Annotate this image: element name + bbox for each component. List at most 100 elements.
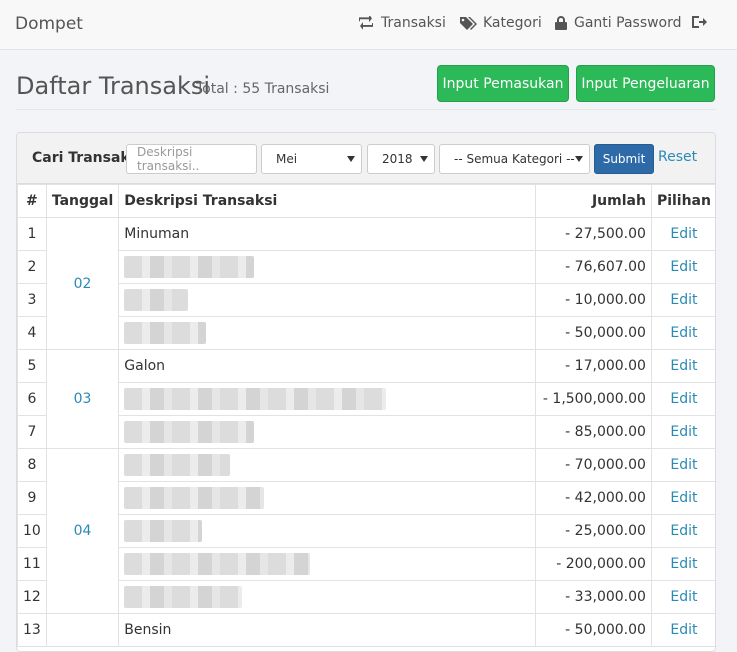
row-number: 13 [17,613,47,647]
year-select[interactable]: 2018 [367,144,435,174]
description-cell [118,382,536,416]
date-value[interactable]: 02 [74,276,92,292]
edit-link[interactable]: Edit [650,349,715,383]
amount-cell: - 17,000.00 [534,349,652,383]
description-cell [118,547,536,581]
date-cell[interactable]: 03 [45,349,120,449]
redacted-description [124,322,207,344]
filter-bar: Cari Transaksi Deskripsi transaksi.. Mei… [17,133,715,184]
table-row: 3 - 10,000.00 Edit [17,283,715,317]
row-number: 5 [17,349,47,383]
nav-item-label: Ganti Password [574,15,682,31]
transactions-table: # Tanggal Deskripsi Transaksi Jumlah Pil… [17,184,715,647]
month-select-value: Mei [276,152,298,166]
table-row: 11 - 200,000.00 Edit [17,547,715,581]
table-row: 4 - 50,000.00 Edit [17,316,715,350]
column-header-date: Tanggal [45,184,120,218]
redacted-description [124,421,255,443]
category-select[interactable]: -- Semua Kategori -- [439,144,590,174]
table-row: 7 - 85,000.00 Edit [17,415,715,449]
column-header-amount: Jumlah [534,184,652,218]
table-row: 2 - 76,607.00 Edit [17,250,715,284]
edit-link[interactable]: Edit [650,316,715,350]
amount-cell: - 50,000.00 [534,316,652,350]
edit-link[interactable]: Edit [650,448,715,482]
redacted-description [124,487,265,509]
date-value[interactable]: 03 [74,391,92,407]
row-number: 11 [17,547,47,581]
row-number: 6 [17,382,47,416]
nav-item-label: Transaksi [381,15,446,31]
row-number: 7 [17,415,47,449]
edit-link[interactable]: Edit [650,283,715,317]
amount-cell: - 50,000.00 [534,613,652,647]
edit-link[interactable]: Edit [650,415,715,449]
input-expense-button[interactable]: Input Pengeluaran [576,65,715,102]
amount-cell: - 42,000.00 [534,481,652,515]
submit-button[interactable]: Submit [594,144,654,174]
nav-item-label: Kategori [483,15,542,31]
reset-link[interactable]: Reset [658,149,697,165]
table-header-row: # Tanggal Deskripsi Transaksi Jumlah Pil… [17,184,715,218]
amount-cell: - 76,607.00 [534,250,652,284]
date-cell[interactable]: 02 [45,217,120,350]
amount-cell: - 27,500.00 [534,217,652,251]
amount-cell: - 200,000.00 [534,547,652,581]
table-row: 8 04 - 70,000.00 Edit [17,448,715,614]
search-input[interactable]: Deskripsi transaksi.. [126,144,257,174]
column-header-actions: Pilihan [650,184,715,218]
amount-cell: - 10,000.00 [534,283,652,317]
nav-item-kategori[interactable]: Kategori [459,15,542,31]
nav-item-ganti-password[interactable]: Ganti Password [554,15,682,31]
row-number: 8 [17,448,47,482]
redacted-description [124,454,231,476]
page-title: Daftar Transaksi [16,72,211,100]
description-cell: Bensin [118,613,536,647]
transaction-total: Total : 55 Transaksi [196,81,330,97]
description-cell: Galon [118,349,536,383]
edit-link[interactable]: Edit [650,514,715,548]
redacted-description [124,256,255,278]
row-number: 3 [17,283,47,317]
date-value[interactable]: 04 [74,523,92,539]
nav-item-logout[interactable] [691,15,713,29]
tags-icon [460,17,477,30]
edit-link[interactable]: Edit [650,580,715,614]
edit-link[interactable]: Edit [650,217,715,251]
transactions-panel: Cari Transaksi Deskripsi transaksi.. Mei… [16,132,716,652]
description-cell [118,448,536,482]
column-header-number: # [17,184,47,218]
amount-cell: - 85,000.00 [534,415,652,449]
table-row: 9 - 42,000.00 Edit [17,481,715,515]
row-number: 2 [17,250,47,284]
column-header-description: Deskripsi Transaksi [118,184,536,218]
table-row: 10 - 25,000.00 Edit [17,514,715,548]
edit-link[interactable]: Edit [650,613,715,647]
row-number: 1 [17,217,47,251]
logout-icon [692,16,707,28]
description-cell [118,250,536,284]
month-select[interactable]: Mei [261,144,362,174]
nav-item-transaksi[interactable]: Transaksi [357,15,446,31]
description-cell [118,316,536,350]
row-number: 4 [17,316,47,350]
date-cell[interactable] [45,613,120,647]
row-number: 9 [17,481,47,515]
input-income-button[interactable]: Input Pemasukan [437,65,569,102]
date-cell[interactable]: 04 [45,448,120,614]
edit-link[interactable]: Edit [650,547,715,581]
redacted-description [124,520,203,542]
description-cell [118,580,536,614]
edit-link[interactable]: Edit [650,250,715,284]
edit-link[interactable]: Edit [650,382,715,416]
edit-link[interactable]: Edit [650,481,715,515]
row-number: 10 [17,514,47,548]
chevron-down-icon [420,156,428,162]
brand-logo[interactable]: Dompet [15,14,83,34]
redacted-description [124,289,189,311]
description-cell [118,283,536,317]
lock-icon [555,16,567,30]
amount-cell: - 33,000.00 [534,580,652,614]
amount-cell: - 1,500,000.00 [534,382,652,416]
table-row: 6 - 1,500,000.00 Edit [17,382,715,416]
